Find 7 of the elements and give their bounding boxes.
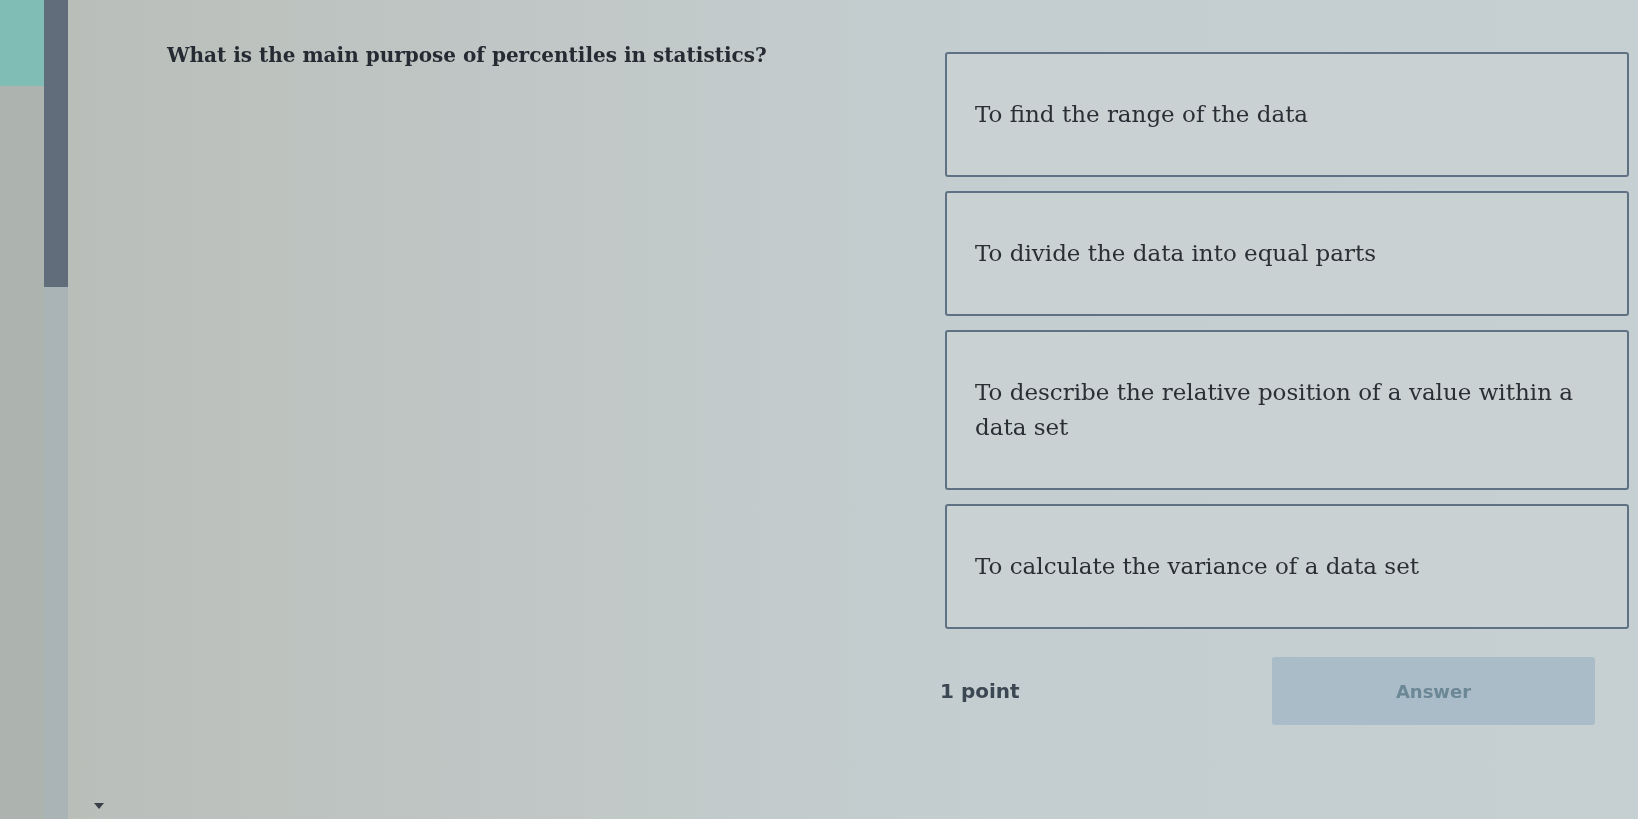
caret-icon[interactable] xyxy=(94,803,104,809)
points-label: 1 point xyxy=(940,679,1020,703)
answer-option[interactable]: To describe the relative position of a value within a data set xyxy=(945,330,1629,490)
answer-option[interactable]: To find the range of the data xyxy=(945,52,1629,177)
answer-option[interactable]: To divide the data into equal parts xyxy=(945,191,1629,316)
question-text: What is the main purpose of percentiles in statistics? xyxy=(167,42,767,69)
answer-option[interactable]: To calculate the variance of a data set xyxy=(945,504,1629,629)
